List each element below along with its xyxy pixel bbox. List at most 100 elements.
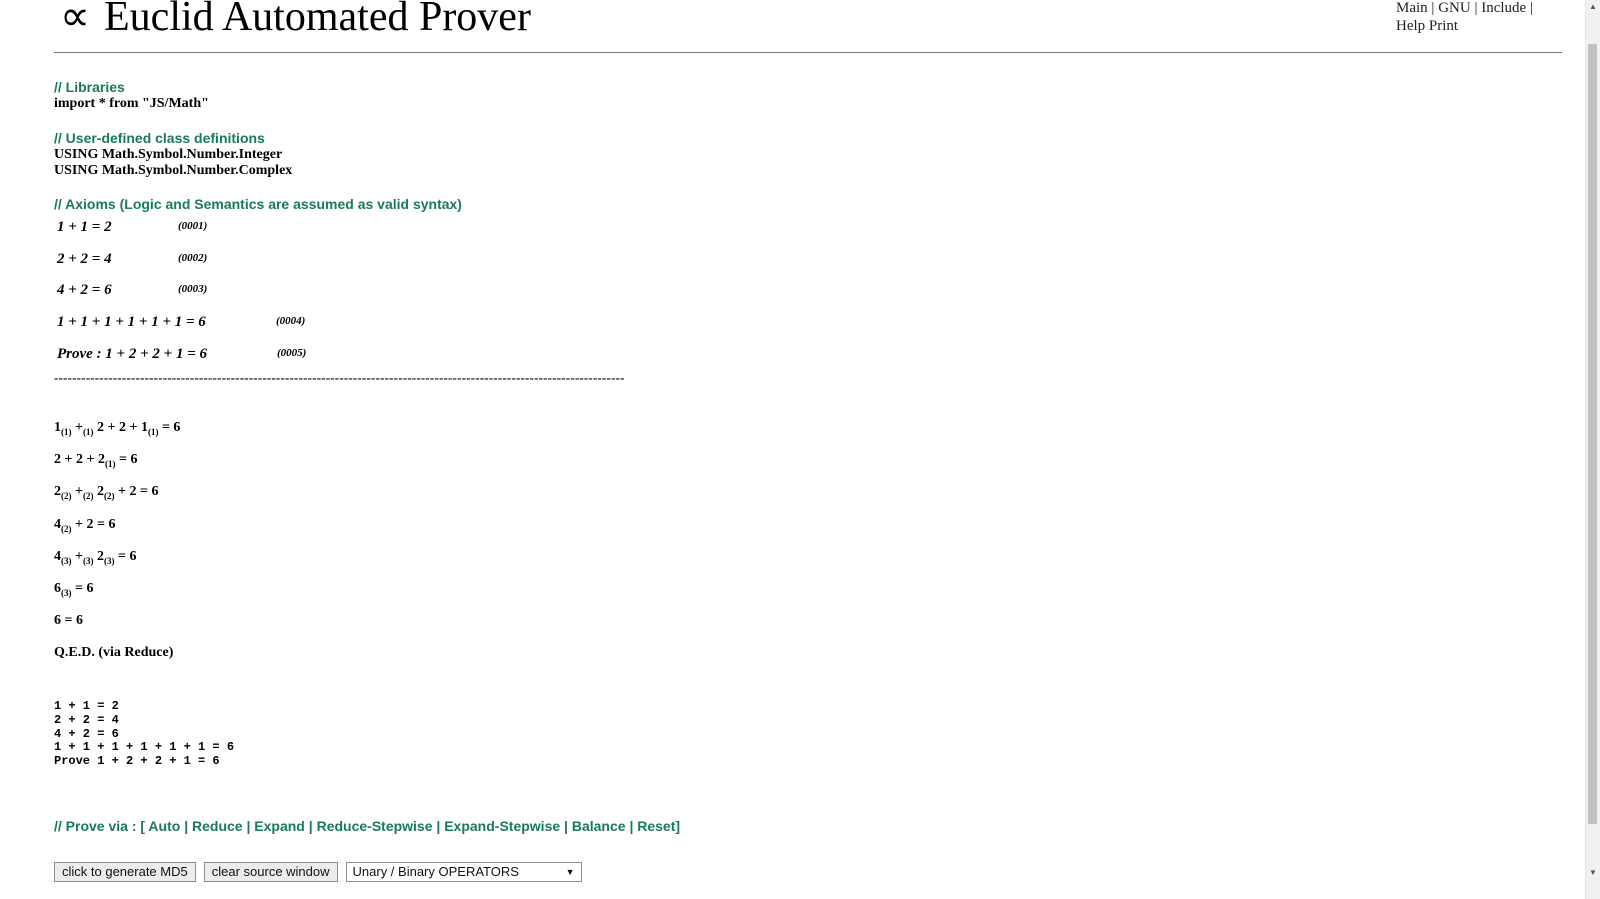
axiom-number: (0004) [276, 315, 306, 327]
prove-separator: | [308, 818, 313, 834]
step-ref-subscript: (3) [103, 556, 115, 566]
proof-step-term: 2 [93, 484, 104, 499]
step-ref-subscript: (2) [103, 491, 115, 501]
source-line: 2 + 2 = 4 [54, 712, 119, 727]
nav-separator: | [1431, 0, 1435, 16]
proof-step-term: 2 [54, 484, 61, 499]
proof-step: 4(3) +(3) 2(3) = 6 [54, 549, 136, 566]
proof-step-term: + 2 = 6 [71, 517, 116, 532]
step-ref-subscript: (2) [61, 524, 72, 534]
scroll-up-arrow-icon[interactable]: ▲ [1589, 2, 1597, 11]
classes-section: // User-defined class definitions USING … [54, 130, 292, 179]
step-ref-subscript: (2) [82, 491, 94, 501]
axiom-number: (0001) [178, 220, 208, 232]
source-line: 4 + 2 = 6 [54, 726, 119, 741]
prove-separator: | [184, 818, 189, 834]
classes-comment: // User-defined class definitions [54, 130, 265, 146]
nav-main-link[interactable]: Main [1396, 0, 1428, 16]
dashed-rule: ----------------------------------------… [54, 370, 625, 385]
nav-separator: | [1529, 0, 1533, 16]
nav-gnu-link[interactable]: GNU [1438, 0, 1471, 16]
prove-expand-stepwise-link[interactable]: Expand-Stepwise [444, 818, 560, 834]
operators-select[interactable]: Unary / Binary OPERATORS ▼ [345, 862, 582, 882]
using-line: USING Math.Symbol.Number.Integer [54, 147, 283, 162]
prove-reset-link[interactable]: Reset [637, 818, 675, 834]
axiom-number: (0002) [178, 252, 208, 264]
vertical-scrollbar[interactable]: ▲ ▼ [1585, 0, 1600, 899]
step-ref-subscript: (2) [61, 491, 72, 501]
prove-via-suffix: ] [675, 818, 681, 834]
nav-print-link[interactable]: Print [1429, 18, 1458, 34]
step-ref-subscript: (1) [147, 427, 159, 437]
axiom-expr: 1 + 1 = 2 [57, 219, 112, 235]
scrollbar-thumb[interactable] [1588, 44, 1597, 824]
step-ref-subscript: (3) [61, 556, 72, 566]
header: ∝ Euclid Automated Prover Main | GNU | In… [54, 0, 1562, 53]
import-line: import * from "JS/Math" [54, 96, 209, 111]
step-ref-subscript: (1) [61, 427, 72, 437]
proof-step-term: = 6 [158, 420, 181, 435]
libraries-comment: // Libraries [54, 79, 125, 95]
proof-step-term: 4 [54, 517, 61, 532]
proof-step-term: 4 [54, 549, 61, 564]
prove-separator: | [246, 818, 251, 834]
source-window: 1 + 1 = 22 + 2 = 44 + 2 = 61 + 1 + 1 + 1… [54, 699, 235, 769]
proof-step-term: = 6 [114, 549, 137, 564]
page: ∝ Euclid Automated Prover Main | GNU | In… [54, 0, 1562, 882]
proof-step: 1(1) +(1) 2 + 2 + 1(1) = 6 [54, 420, 180, 437]
axiom-expr: 1 + 1 + 1 + 1 + 1 + 1 = 6 [57, 314, 206, 330]
proof-step-term: = 6 [71, 581, 94, 596]
controls-row: click to generate MD5 clear source windo… [54, 862, 582, 882]
axiom-number: (0005) [277, 347, 307, 359]
prove-reduce-link[interactable]: Reduce [192, 818, 243, 834]
page-title: ∝ Euclid Automated Prover [60, 0, 531, 42]
proof-step: 6 = 6 [54, 613, 83, 629]
clear-source-button[interactable]: clear source window [203, 862, 338, 882]
proof-step-term: 2 [93, 549, 104, 564]
step-ref-subscript: (1) [104, 459, 116, 469]
axiom-expr: 4 + 2 = 6 [57, 282, 112, 298]
prove-via-bar: // Prove via : [ Auto | Reduce | Expand … [54, 818, 680, 835]
proof-step-term: 2 + 2 + 1 [93, 420, 148, 435]
proof-step-term: = 6 [115, 452, 138, 467]
step-ref-subscript: (3) [61, 588, 72, 598]
proof-step-term: 6 = 6 [54, 613, 83, 628]
using-line: USING Math.Symbol.Number.Complex [54, 163, 293, 178]
operators-select-value: Unary / Binary OPERATORS [352, 864, 519, 879]
prove-reduce-stepwise-link[interactable]: Reduce-Stepwise [317, 818, 433, 834]
step-ref-subscript: (1) [82, 427, 94, 437]
scroll-down-arrow-icon[interactable]: ▼ [1589, 868, 1597, 877]
prove-separator: | [629, 818, 634, 834]
source-line: Prove 1 + 2 + 2 + 1 = 6 [54, 754, 220, 769]
prove-via-prefix: // Prove via : [ [54, 818, 146, 834]
proof-step: 4(2) + 2 = 6 [54, 517, 115, 534]
source-line: 1 + 1 + 1 + 1 + 1 + 1 = 6 [54, 740, 235, 755]
proof-step-term: 1 [54, 420, 61, 435]
axiom-number: (0003) [178, 283, 208, 295]
prove-auto-link[interactable]: Auto [148, 818, 180, 834]
prove-expand-link[interactable]: Expand [254, 818, 305, 834]
proportional-icon: ∝ [60, 0, 91, 40]
source-line: 1 + 1 = 2 [54, 699, 119, 713]
nav-separator: | [1474, 0, 1478, 16]
title-text: Euclid Automated Prover [104, 0, 531, 40]
nav-help-link[interactable]: Help [1396, 18, 1425, 34]
axiom-prove-expr: Prove : 1 + 2 + 2 + 1 = 6 [57, 346, 207, 362]
dropdown-arrow-icon: ▼ [565, 867, 575, 877]
proof-step-term: + [71, 420, 83, 435]
step-ref-subscript: (3) [82, 556, 94, 566]
proof-step: 2 + 2 + 2(1) = 6 [54, 452, 137, 469]
proof-step: 6(3) = 6 [54, 581, 93, 598]
top-nav: Main | GNU | Include | Help Print [1396, 0, 1546, 35]
proof-step: 2(2) +(2) 2(2) + 2 = 6 [54, 484, 158, 501]
axiom-expr: 2 + 2 = 4 [57, 251, 112, 267]
prove-balance-link[interactable]: Balance [572, 818, 626, 834]
proof-step-term: + 2 = 6 [114, 484, 159, 499]
nav-include-link[interactable]: Include [1481, 0, 1526, 16]
proof-step-term: + [71, 484, 83, 499]
prove-separator: | [564, 818, 568, 834]
proof-step-term: 6 [54, 581, 61, 596]
generate-md5-button[interactable]: click to generate MD5 [54, 862, 196, 882]
proof-step-term: 2 + 2 + 2 [54, 452, 105, 467]
proof-step-term: + [71, 549, 83, 564]
